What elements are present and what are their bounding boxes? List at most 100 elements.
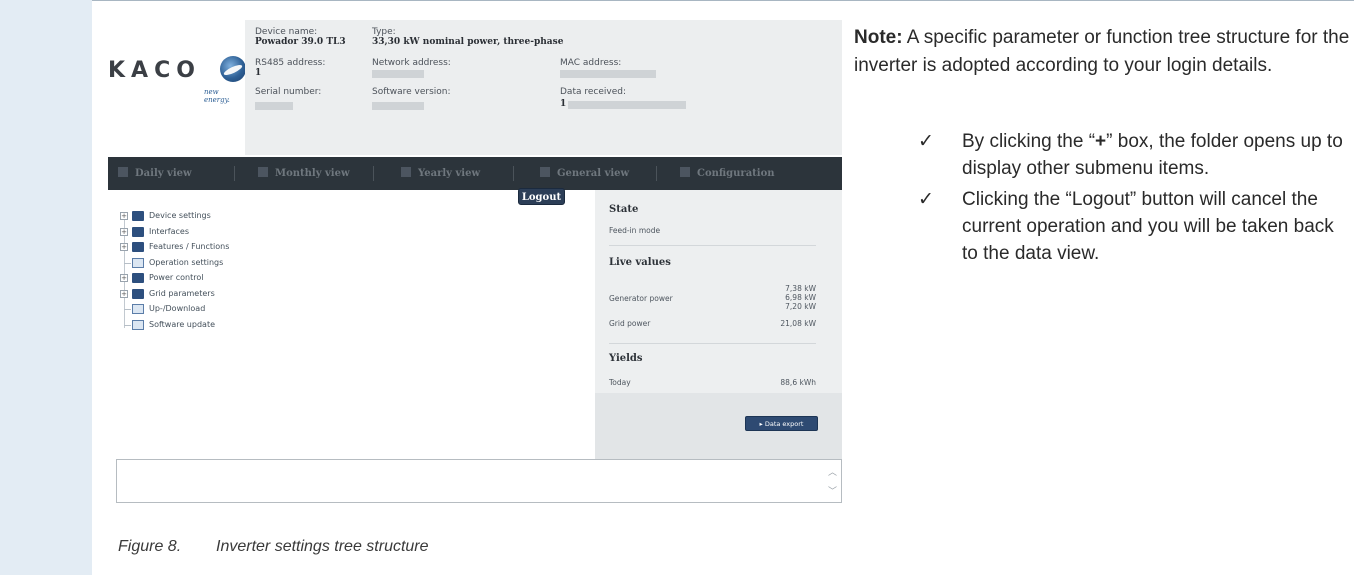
expand-plus-icon[interactable]: + bbox=[120, 212, 128, 220]
device-info-panel: Device name: Powador 39.0 TL3 Type: 33,3… bbox=[245, 20, 842, 155]
expand-plus-icon[interactable]: + bbox=[120, 227, 128, 236]
rs485-value: 1 bbox=[255, 68, 262, 78]
checkmark-icon: ✓ bbox=[918, 189, 934, 210]
page-margin-band bbox=[0, 0, 92, 575]
mac-address-label: MAC address: bbox=[560, 58, 622, 68]
tree-branch-line bbox=[124, 324, 131, 326]
tab-configuration[interactable]: Configuration bbox=[680, 157, 775, 190]
today-value: 88,6 kWh bbox=[780, 378, 816, 387]
software-version-label: Software version: bbox=[372, 87, 451, 97]
tab-daily-view[interactable]: Daily view bbox=[118, 157, 192, 190]
device-name-value: Powador 39.0 TL3 bbox=[255, 37, 346, 47]
tab-general-label: General view bbox=[557, 168, 630, 179]
calendar-year-icon bbox=[401, 167, 411, 177]
grid-power-label: Grid power bbox=[609, 319, 651, 328]
expand-plus-icon[interactable]: + bbox=[120, 274, 128, 282]
device-name-label: Device name: bbox=[255, 27, 318, 37]
tree-item-label: Interfaces bbox=[149, 226, 189, 236]
tab-monthly-view[interactable]: Monthly view bbox=[258, 157, 350, 190]
bullet-text: By clicking the “ bbox=[962, 131, 1096, 152]
serial-number-redacted bbox=[255, 102, 293, 110]
tree-item-label: Features / Functions bbox=[149, 242, 230, 251]
tab-monthly-label: Monthly view bbox=[275, 168, 350, 179]
network-address-redacted bbox=[372, 70, 424, 78]
generator-power-label: Generator power bbox=[609, 294, 673, 303]
tab-general-view[interactable]: General view bbox=[540, 157, 629, 190]
wrench-icon bbox=[680, 167, 690, 177]
checkmark-icon: ✓ bbox=[918, 131, 934, 152]
kaco-logo: KACO new energy. bbox=[108, 54, 246, 104]
document-icon bbox=[132, 304, 144, 314]
scroll-up-icon[interactable]: ︿ bbox=[828, 465, 837, 478]
tree-item-label: Power control bbox=[149, 273, 204, 282]
nav-separator bbox=[513, 166, 514, 181]
nav-separator bbox=[234, 166, 235, 181]
logo-text: KACO bbox=[108, 58, 201, 83]
logo-globe-icon bbox=[220, 56, 246, 82]
live-values-heading: Live values bbox=[609, 257, 671, 268]
note-lead: Note: bbox=[854, 27, 903, 48]
tab-daily-label: Daily view bbox=[135, 168, 192, 179]
serial-number-label: Serial number: bbox=[255, 87, 322, 97]
tree-item-label: Up-/Download bbox=[149, 304, 206, 313]
expand-plus-icon[interactable]: + bbox=[120, 243, 128, 251]
grid-power-value: 21,08 kW bbox=[780, 319, 816, 328]
tab-yearly-label: Yearly view bbox=[418, 168, 481, 179]
tree-item-label: Operation settings bbox=[149, 257, 224, 267]
data-received-label: Data received: bbox=[560, 87, 626, 97]
note-text: A specific parameter or function tree st… bbox=[854, 27, 1350, 76]
yields-heading: Yields bbox=[609, 353, 643, 364]
document-icon bbox=[132, 319, 144, 330]
today-label: Today bbox=[609, 378, 631, 387]
status-sidebar: State Feed-in mode Live values Generator… bbox=[595, 190, 842, 470]
folder-icon bbox=[132, 211, 144, 221]
divider bbox=[609, 245, 816, 246]
device-header: KACO new energy. Device name: Powador 39… bbox=[108, 20, 842, 155]
view-navbar: Daily view Monthly view Yearly view Gene… bbox=[108, 157, 842, 190]
divider bbox=[609, 343, 816, 344]
message-textarea[interactable]: ︿ ﹀ bbox=[116, 459, 842, 503]
folder-icon bbox=[132, 273, 144, 283]
tab-yearly-view[interactable]: Yearly view bbox=[401, 157, 480, 190]
general-view-icon bbox=[540, 167, 550, 177]
figure-number: Figure 8. bbox=[118, 538, 182, 555]
network-address-label: Network address: bbox=[372, 58, 451, 68]
generator-power-value-1: 7,38 kW bbox=[785, 284, 816, 293]
state-heading: State bbox=[609, 204, 639, 215]
bullet-list: ✓ By clicking the “+” box, the folder op… bbox=[918, 128, 1348, 271]
tree-item-label: Device settings bbox=[149, 211, 211, 220]
tree-item-label: Grid parameters bbox=[149, 288, 215, 298]
note-paragraph: Note: A specific parameter or function t… bbox=[854, 24, 1350, 80]
document-icon bbox=[132, 257, 144, 268]
data-export-button[interactable]: ▸ Data export bbox=[745, 416, 818, 431]
figure-title: Inverter settings tree structure bbox=[216, 538, 429, 555]
folder-icon bbox=[132, 288, 144, 299]
folder-icon bbox=[132, 226, 144, 237]
tree-item-label: Software update bbox=[149, 319, 215, 329]
calendar-day-icon bbox=[118, 167, 128, 177]
figure-caption: Figure 8. Inverter settings tree structur… bbox=[118, 538, 429, 556]
tree-branch-line bbox=[124, 309, 131, 310]
logout-button[interactable]: Logout bbox=[518, 188, 565, 205]
data-received-redacted bbox=[568, 101, 686, 109]
tree-branch-line bbox=[124, 262, 131, 264]
mac-address-redacted bbox=[560, 70, 656, 78]
header-rule bbox=[92, 0, 1354, 1]
bullet-text: Clicking the “Logout” button will cancel… bbox=[962, 189, 1334, 264]
tab-configuration-label: Configuration bbox=[697, 168, 775, 179]
data-received-value: 1 bbox=[560, 99, 567, 109]
nav-separator bbox=[373, 166, 374, 181]
software-version-redacted bbox=[372, 102, 424, 110]
generator-power-value-3: 7,20 kW bbox=[785, 302, 816, 311]
logo-tagline: new energy. bbox=[204, 88, 230, 104]
generator-power-value-2: 6,98 kW bbox=[785, 293, 816, 302]
expand-plus-icon[interactable]: + bbox=[120, 289, 128, 298]
rs485-label: RS485 address: bbox=[255, 58, 326, 68]
nav-separator bbox=[656, 166, 657, 181]
calendar-month-icon bbox=[258, 167, 268, 177]
inverter-web-ui-screenshot: KACO new energy. Device name: Powador 39… bbox=[108, 20, 842, 510]
folder-icon bbox=[132, 242, 144, 252]
bullet-strong: + bbox=[1095, 131, 1107, 152]
state-value: Feed-in mode bbox=[609, 226, 661, 235]
scroll-down-icon[interactable]: ﹀ bbox=[828, 484, 837, 497]
